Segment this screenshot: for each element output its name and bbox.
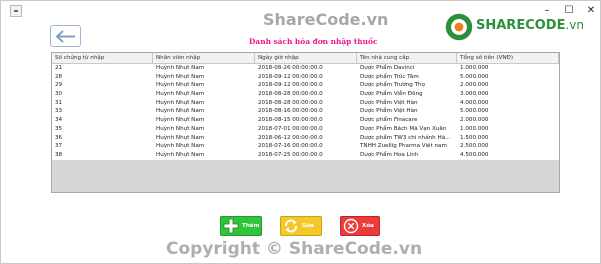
table-row[interactable]: 34 Huỳnh Nhựt Nam 2018-08-15 00:00:00.0 … bbox=[52, 116, 559, 125]
arrow-left-icon bbox=[55, 30, 75, 43]
refresh-icon bbox=[285, 219, 297, 233]
cell-receipt-no: 29 bbox=[55, 82, 63, 89]
cell-employee: Huỳnh Nhựt Nam bbox=[156, 65, 205, 71]
table-row[interactable]: 29 Huỳnh Nhựt Nam 2018-09-12 00:00:00.0 … bbox=[52, 81, 559, 91]
cell-datetime: 2018-09-12 00:00:00.0 bbox=[258, 82, 323, 89]
table-row[interactable]: 21 Huỳnh Nhựt Nam 2018-08-26 00:00:00.0 … bbox=[52, 64, 559, 73]
cell-supplier: Dược Phẩm Bách Mã Vạn Xuân bbox=[360, 125, 447, 132]
app-window: – ☐ ✕ ShareCode.vn SHARECODE.vn Danh sác… bbox=[0, 0, 601, 264]
cell-total: 5.000.000 bbox=[460, 73, 489, 80]
column-header-employee[interactable]: Nhân viên nhập bbox=[153, 53, 255, 64]
cell-total: 1.000.000 bbox=[460, 65, 489, 71]
cell-supplier: TNHH Zuellig Pharma Việt nam bbox=[360, 143, 447, 150]
cell-datetime: 2018-07-01 00:00:00.0 bbox=[258, 125, 323, 132]
column-header-total[interactable]: Tổng số tiền (VNĐ) bbox=[457, 53, 559, 64]
edit-button[interactable]: Sửa bbox=[280, 216, 322, 236]
cell-employee: Huỳnh Nhựt Nam bbox=[156, 125, 205, 132]
cell-supplier: Dược Phẩm Hoa Linh bbox=[360, 151, 419, 158]
cell-receipt-no: 30 bbox=[55, 91, 63, 98]
cell-supplier: Dược Phẩm Việt Hàn bbox=[360, 99, 418, 106]
cell-supplier: Dược phẩm TW3 chi nhánh Hà... bbox=[360, 134, 451, 141]
cell-total: 2.500.000 bbox=[460, 143, 489, 150]
cell-datetime: 2018-08-28 00:00:00.0 bbox=[258, 99, 323, 106]
cell-receipt-no: 31 bbox=[55, 99, 63, 106]
watermark-text: ShareCode.vn bbox=[263, 10, 389, 29]
table-row[interactable]: 31 Huỳnh Nhựt Nam 2018-08-28 00:00:00.0 … bbox=[52, 98, 559, 108]
table-body: 21 Huỳnh Nhựt Nam 2018-08-26 00:00:00.0 … bbox=[52, 64, 559, 160]
cell-supplier: Dược Phẩm Việt Hàn bbox=[360, 108, 418, 115]
edit-button-label: Sửa bbox=[302, 223, 314, 229]
cell-receipt-no: 33 bbox=[55, 108, 63, 115]
cell-receipt-no: 28 bbox=[55, 73, 63, 80]
table-row[interactable]: 30 Huỳnh Nhựt Nam 2018-08-28 00:00:00.0 … bbox=[52, 90, 559, 99]
cell-datetime: 2018-07-25 00:00:00.0 bbox=[258, 151, 323, 158]
cell-total: 4.500.000 bbox=[460, 151, 489, 158]
table-row[interactable]: 38 Huỳnh Nhựt Nam 2018-07-25 00:00:00.0 … bbox=[52, 150, 559, 160]
cell-receipt-no: 35 bbox=[55, 125, 63, 132]
cell-total: 1.500.000 bbox=[460, 134, 489, 141]
table-row[interactable]: 37 Huỳnh Nhựt Nam 2018-07-16 00:00:00.0 … bbox=[52, 142, 559, 151]
add-button-label: Thêm bbox=[242, 223, 260, 229]
plus-icon bbox=[223, 218, 239, 234]
column-header-datetime[interactable]: Ngày giờ nhập bbox=[255, 53, 357, 64]
watermark-copyright: Copyright © ShareCode.vn bbox=[166, 239, 423, 259]
cell-employee: Huỳnh Nhựt Nam bbox=[156, 99, 205, 106]
cell-total: 3.000.000 bbox=[460, 91, 489, 98]
cell-supplier: Dược Phẩm Davinci bbox=[360, 65, 415, 71]
cell-total: 1.000.000 bbox=[460, 125, 489, 132]
table-row[interactable]: 36 Huỳnh Nhựt Nam 2018-06-12 00:00:00.0 … bbox=[52, 133, 559, 143]
cell-total: 2.000.000 bbox=[460, 117, 489, 124]
cell-total: 2.000.000 bbox=[460, 82, 489, 89]
app-icon bbox=[10, 5, 22, 17]
cell-datetime: 2018-07-16 00:00:00.0 bbox=[258, 143, 323, 150]
cell-employee: Huỳnh Nhựt Nam bbox=[156, 143, 205, 150]
cell-employee: Huỳnh Nhựt Nam bbox=[156, 117, 205, 124]
delete-button[interactable]: Xóa bbox=[340, 216, 380, 236]
cell-supplier: Dược Phẩm Viễn Đông bbox=[360, 91, 423, 98]
cell-datetime: 2018-08-16 00:00:00.0 bbox=[258, 108, 323, 115]
cell-supplier: Dược phẩm Trúc Tâm bbox=[360, 73, 419, 80]
delete-button-label: Xóa bbox=[362, 223, 374, 229]
cell-datetime: 2018-08-26 00:00:00.0 bbox=[258, 65, 323, 71]
watermark-brand-suffix: .vn bbox=[565, 18, 584, 32]
close-circle-icon bbox=[343, 218, 359, 234]
sharecode-logo-icon bbox=[445, 13, 473, 41]
cell-datetime: 2018-08-15 00:00:00.0 bbox=[258, 117, 323, 124]
cell-employee: Huỳnh Nhựt Nam bbox=[156, 108, 205, 115]
close-button[interactable]: ✕ bbox=[584, 4, 598, 18]
maximize-button[interactable]: ☐ bbox=[562, 4, 576, 18]
cell-datetime: 2018-06-12 00:00:00.0 bbox=[258, 134, 323, 141]
cell-employee: Huỳnh Nhựt Nam bbox=[156, 134, 205, 141]
watermark-brand: SHARECODE.vn bbox=[476, 18, 584, 33]
add-button[interactable]: Thêm bbox=[220, 216, 262, 236]
table-row[interactable]: 35 Huỳnh Nhựt Nam 2018-07-01 00:00:00.0 … bbox=[52, 124, 559, 134]
cell-receipt-no: 21 bbox=[55, 65, 63, 71]
cell-supplier: Dược phẩm Trường Thọ bbox=[360, 82, 425, 89]
cell-employee: Huỳnh Nhựt Nam bbox=[156, 82, 205, 89]
column-header-supplier[interactable]: Tên nhà cung cấp bbox=[357, 53, 457, 64]
cell-datetime: 2018-08-28 00:00:00.0 bbox=[258, 91, 323, 98]
cell-datetime: 2018-09-12 00:00:00.0 bbox=[258, 73, 323, 80]
table-row[interactable]: 33 Huỳnh Nhựt Nam 2018-08-16 00:00:00.0 … bbox=[52, 107, 559, 117]
invoice-table: Số chứng từ nhập Nhân viên nhập Ngày giờ… bbox=[51, 52, 560, 193]
cell-receipt-no: 36 bbox=[55, 134, 63, 141]
cell-receipt-no: 34 bbox=[55, 117, 63, 124]
page-title: Danh sách hóa đơn nhập thuốc bbox=[249, 37, 378, 46]
cell-total: 4.000.000 bbox=[460, 99, 489, 106]
column-header-receipt-no[interactable]: Số chứng từ nhập bbox=[52, 53, 153, 64]
cell-supplier: Dược phẩm Finacare bbox=[360, 117, 418, 124]
cell-employee: Huỳnh Nhựt Nam bbox=[156, 91, 205, 98]
cell-employee: Huỳnh Nhựt Nam bbox=[156, 151, 205, 158]
minimize-button[interactable]: – bbox=[540, 4, 554, 18]
table-row[interactable]: 28 Huỳnh Nhựt Nam 2018-09-12 00:00:00.0 … bbox=[52, 72, 559, 82]
cell-employee: Huỳnh Nhựt Nam bbox=[156, 73, 205, 80]
back-button[interactable] bbox=[50, 25, 81, 47]
cell-total: 5.000.000 bbox=[460, 108, 489, 115]
watermark-brand-name: SHARECODE bbox=[476, 18, 566, 33]
table-header: Số chứng từ nhập Nhân viên nhập Ngày giờ… bbox=[52, 53, 559, 64]
cell-receipt-no: 38 bbox=[55, 151, 63, 158]
cell-receipt-no: 37 bbox=[55, 143, 63, 150]
